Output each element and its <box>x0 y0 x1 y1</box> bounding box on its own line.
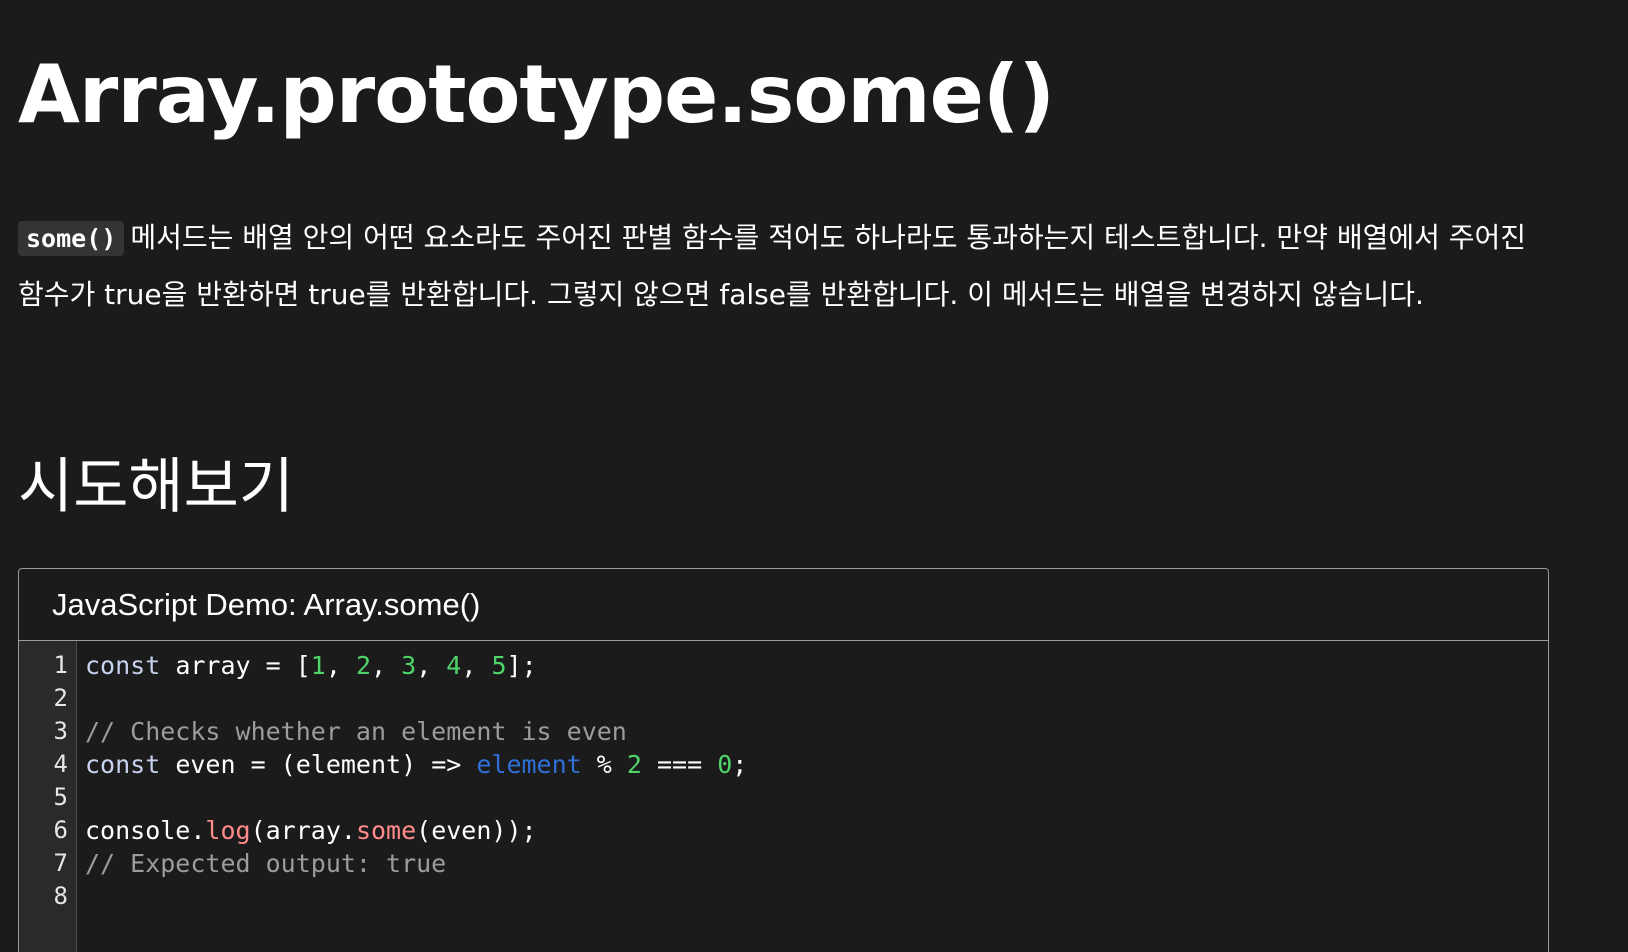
code-text: ]; <box>506 651 537 680</box>
code-line-3[interactable]: // Checks whether an element is even <box>85 715 747 748</box>
number-literal: 2 <box>626 750 642 779</box>
page-title: Array.prototype.some() <box>18 48 1055 141</box>
code-line-1[interactable]: const array = [1, 2, 3, 4, 5]; <box>85 649 747 682</box>
inline-code-some: some() <box>18 221 125 256</box>
code-text: console. <box>85 816 206 845</box>
code-line-6[interactable]: console.log(array.some(even)); <box>85 814 747 847</box>
keyword: const <box>85 750 161 779</box>
line-number: 5 <box>53 783 68 811</box>
page: Array.prototype.some() some() 메서드는 배열 안의 … <box>0 0 1628 952</box>
code-editor[interactable]: 1 2 3 4 5 6 7 8 const array = [1, 2, 3, … <box>19 641 1548 952</box>
function-name: log <box>205 816 251 845</box>
line-number: 4 <box>53 750 68 778</box>
code-comment: // Checks whether an element is even <box>85 717 627 746</box>
code-text: === <box>641 750 718 779</box>
code-text: , <box>371 651 402 680</box>
line-number: 7 <box>53 849 68 877</box>
line-number: 6 <box>53 816 68 844</box>
code-text: % <box>581 750 627 779</box>
number-literal: 3 <box>401 651 417 680</box>
line-number-gutter: 1 2 3 4 5 6 7 8 <box>19 641 77 952</box>
code-text: (even)); <box>416 816 537 845</box>
code-line-2[interactable] <box>85 682 747 715</box>
code-text: , <box>325 651 356 680</box>
demo-title: JavaScript Demo: Array.some() <box>52 586 481 622</box>
code-text: even = (element) => <box>160 750 477 779</box>
intro-paragraph: some() 메서드는 배열 안의 어떤 요소라도 주어진 판별 함수를 적어도 … <box>18 210 1538 323</box>
demo-header: JavaScript Demo: Array.some() <box>19 569 1548 641</box>
number-literal: 4 <box>446 651 462 680</box>
code-text: array = [ <box>160 651 311 680</box>
line-number: 1 <box>53 651 68 679</box>
line-number: 2 <box>53 684 68 712</box>
number-literal: 2 <box>355 651 372 680</box>
code-comment: // Expected output: true <box>85 849 447 878</box>
code-line-8[interactable] <box>85 880 747 913</box>
code-text: (array. <box>250 816 356 845</box>
code-line-5[interactable] <box>85 781 747 814</box>
code-line-4[interactable]: const even = (element) => element % 2 ==… <box>85 748 747 781</box>
code-content[interactable]: const array = [1, 2, 3, 4, 5]; // Checks… <box>77 641 747 952</box>
code-text: , <box>416 651 447 680</box>
code-text: , <box>461 651 492 680</box>
intro-text: 메서드는 배열 안의 어떤 요소라도 주어진 판별 함수를 적어도 하나라도 통… <box>18 221 1527 311</box>
number-literal: 0 <box>717 750 733 779</box>
code-line-7[interactable]: // Expected output: true <box>85 847 747 880</box>
keyword: const <box>85 651 161 680</box>
number-literal: 5 <box>491 651 507 680</box>
section-title-try-it: 시도해보기 <box>18 452 294 522</box>
number-literal: 1 <box>310 651 326 680</box>
interactive-demo-panel: JavaScript Demo: Array.some() 1 2 3 4 5 … <box>18 568 1549 952</box>
highlighted-variable: element <box>476 750 582 779</box>
function-name: some <box>355 816 417 845</box>
line-number: 8 <box>53 882 68 910</box>
line-number: 3 <box>53 717 68 745</box>
code-text: ; <box>732 750 748 779</box>
